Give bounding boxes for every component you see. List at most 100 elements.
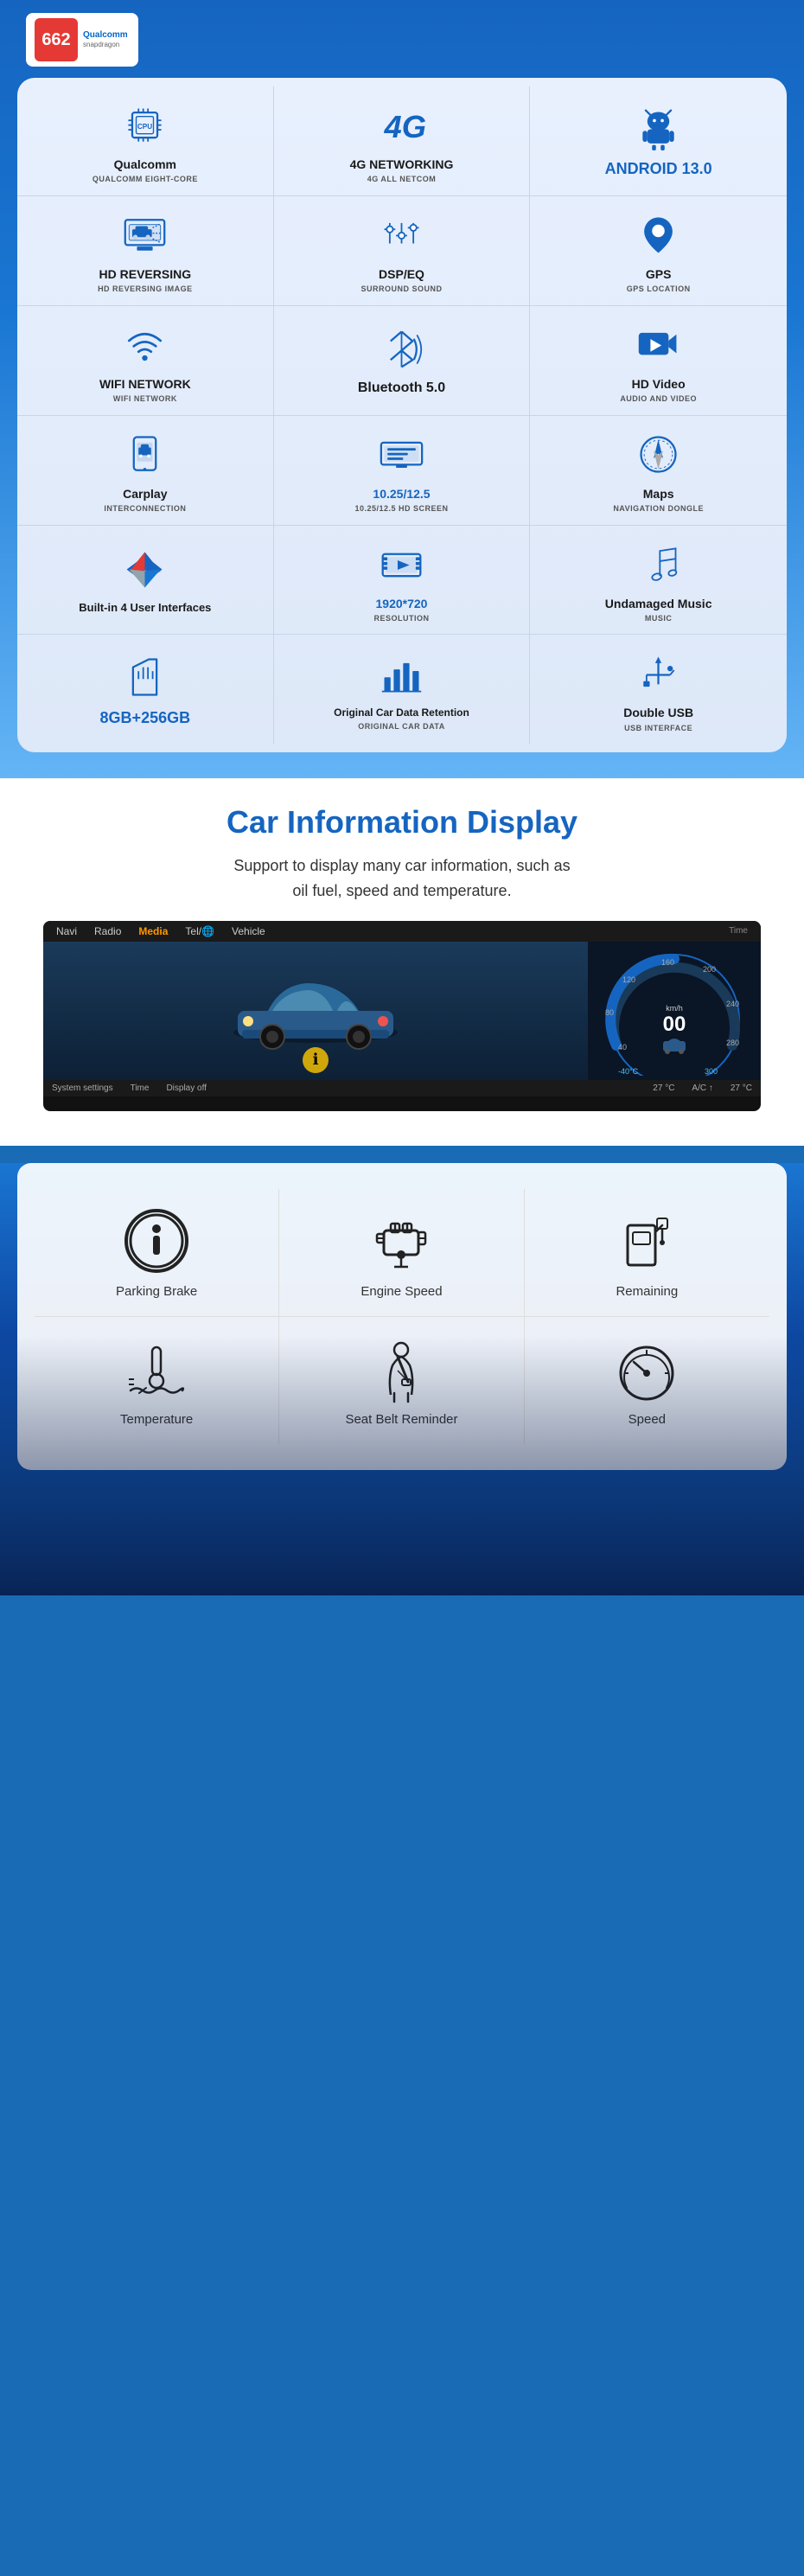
info-temperature: Temperature (35, 1317, 279, 1444)
feature-carplay: Carplay INTERCONNECTION (17, 416, 274, 526)
dash-left: ℹ (43, 942, 588, 1080)
feature-qualcomm: CPU Qualcomm QUALCOMM EIGHT-CORE (17, 86, 274, 196)
features-section: 662 Qualcomm snapdragon (0, 0, 804, 778)
speedometer-svg: 40 80 120 160 200 240 280 km/h 00 (592, 946, 756, 1076)
hd-reversing-subtitle: HD REVERSING IMAGE (98, 284, 193, 295)
usb-subtitle: USB INTERFACE (624, 724, 692, 734)
android-title: ANDROID 13.0 (605, 159, 712, 179)
dashboard-screen: Navi Radio Media Tel/🌐 Vehicle Time (43, 921, 761, 1111)
feature-android: ANDROID 13.0 (530, 86, 787, 196)
feature-bluetooth: Bluetooth 5.0 (274, 306, 531, 416)
android-icon (633, 105, 685, 152)
gps-icon (633, 212, 685, 259)
display-off: Display off (166, 1083, 207, 1093)
carplay-icon (119, 431, 171, 479)
dsp-subtitle: SURROUND SOUND (361, 284, 442, 295)
resolution-icon (375, 541, 427, 589)
system-settings: System settings (52, 1083, 113, 1093)
engine-icon (367, 1206, 436, 1275)
svg-text:120: 120 (622, 975, 635, 984)
car-info-desc: Support to display many car information,… (35, 853, 769, 904)
storage-icon (119, 654, 171, 701)
svg-text:CPU: CPU (137, 123, 152, 131)
fuel-icon (612, 1206, 681, 1275)
dash-content: ℹ 40 80 120 160 200 240 (43, 942, 761, 1080)
hdvideo-title: HD Video (632, 376, 686, 392)
temp-label: Temperature (120, 1412, 193, 1427)
dash-nav: Navi Radio Media Tel/🌐 Vehicle Time (43, 921, 761, 942)
music-subtitle: MUSIC (645, 614, 673, 624)
dsp-title: DSP/EQ (379, 266, 424, 282)
interfaces-title: Built-in 4 User Interfaces (79, 601, 211, 616)
maps-title: Maps (643, 486, 674, 502)
nav-media: Media (138, 925, 168, 937)
feature-dsp: DSP/EQ SURROUND SOUND (274, 196, 531, 306)
nav-tel: Tel/🌐 (185, 925, 214, 937)
wifi-subtitle: WIFI NETWORK (113, 394, 177, 405)
usb-title: Double USB (623, 705, 693, 720)
info-remaining: Remaining (525, 1189, 769, 1317)
temp-left: 27 °C (653, 1083, 674, 1093)
parking-label: Parking Brake (116, 1284, 197, 1299)
feature-maps: Maps NAVIGATION DONGLE (530, 416, 787, 526)
carplay-subtitle: INTERCONNECTION (104, 504, 186, 515)
feature-screen: 10.25/12.5 10.25/12.5 HD SCREEN (274, 416, 531, 526)
resolution-title: 1920*720 (376, 596, 428, 611)
gps-subtitle: GPS LOCATION (627, 284, 691, 295)
car-silhouette (220, 968, 411, 1054)
chip-number: 662 (35, 18, 78, 61)
eq-icon (375, 212, 427, 259)
dash-bottom: System settings Time Display off 27 °C A… (43, 1080, 761, 1096)
feature-4g: 4G 4G NETWORKING 4G ALL NETCOM (274, 86, 531, 196)
feature-storage: 8GB+256GB (17, 635, 274, 744)
gps-title: GPS (646, 266, 672, 282)
feature-gps: GPS GPS LOCATION (530, 196, 787, 306)
screen-icon (375, 431, 427, 479)
city-section: Parking Brake (0, 1163, 804, 1595)
4g-subtitle: 4G ALL NETCOM (367, 175, 437, 185)
feature-music: Undamaged Music MUSIC (530, 526, 787, 636)
resolution-subtitle: Resolution (373, 614, 429, 624)
cardata-subtitle: ORIGINAL CAR DATA (358, 722, 445, 732)
qualcomm-subtitle: QUALCOMM EIGHT-CORE (93, 175, 198, 185)
nav-time: Time (729, 926, 748, 936)
hd-reversing-title: HD REVERSING (99, 266, 192, 282)
info-seat-belt: Seat Belt Reminder (279, 1317, 524, 1444)
speed-label: Speed (629, 1412, 666, 1427)
qualcomm-title: Qualcomm (114, 157, 176, 172)
feature-usb: Double USB USB INTERFACE (530, 635, 787, 744)
screen-title: 10.25/12.5 (373, 486, 430, 502)
video-icon (633, 322, 685, 369)
feature-interfaces: Built-in 4 User Interfaces (17, 526, 274, 636)
temp-icon (122, 1334, 191, 1403)
4g-title: 4G NETWORKING (350, 157, 454, 172)
storage-title: 8GB+256GB (100, 708, 191, 728)
usb-icon (633, 650, 685, 698)
screen-subtitle: 10.25/12.5 HD SCREEN (354, 504, 448, 515)
features-grid: CPU Qualcomm QUALCOMM EIGHT-CORE 4G 4G N… (17, 86, 787, 744)
cpu-icon: CPU (119, 102, 171, 150)
parking-icon (122, 1206, 191, 1275)
bluetooth-icon (375, 325, 427, 373)
music-title: Undamaged Music (605, 596, 712, 611)
svg-text:160: 160 (661, 958, 674, 967)
chip-brand: Qualcomm snapdragon (83, 29, 128, 49)
features-card: CPU Qualcomm QUALCOMM EIGHT-CORE 4G 4G N… (17, 78, 787, 752)
camera-icon (119, 212, 171, 259)
nav-vehicle: Vehicle (232, 925, 265, 937)
svg-text:-40°C: -40°C (618, 1067, 639, 1076)
info-engine-speed: Engine Speed (279, 1189, 524, 1317)
bluetooth-title: Bluetooth 5.0 (358, 380, 445, 398)
maps-icon (633, 431, 685, 479)
hdvideo-subtitle: AUDIO AND VIDEO (620, 394, 697, 405)
svg-text:80: 80 (605, 1008, 614, 1017)
svg-text:280: 280 (726, 1039, 739, 1047)
feature-resolution: 1920*720 Resolution (274, 526, 531, 636)
cardata-icon (375, 652, 427, 700)
wifi-title: WIFI NETWORK (99, 376, 191, 392)
feature-wifi: WIFI NETWORK WIFI NETWORK (17, 306, 274, 416)
svg-text:4G: 4G (383, 109, 425, 144)
carplay-title: Carplay (123, 486, 167, 502)
dash-right: 40 80 120 160 200 240 280 km/h 00 (588, 942, 761, 1080)
feature-cardata: Original Car Data Retention ORIGINAL CAR… (274, 635, 531, 744)
